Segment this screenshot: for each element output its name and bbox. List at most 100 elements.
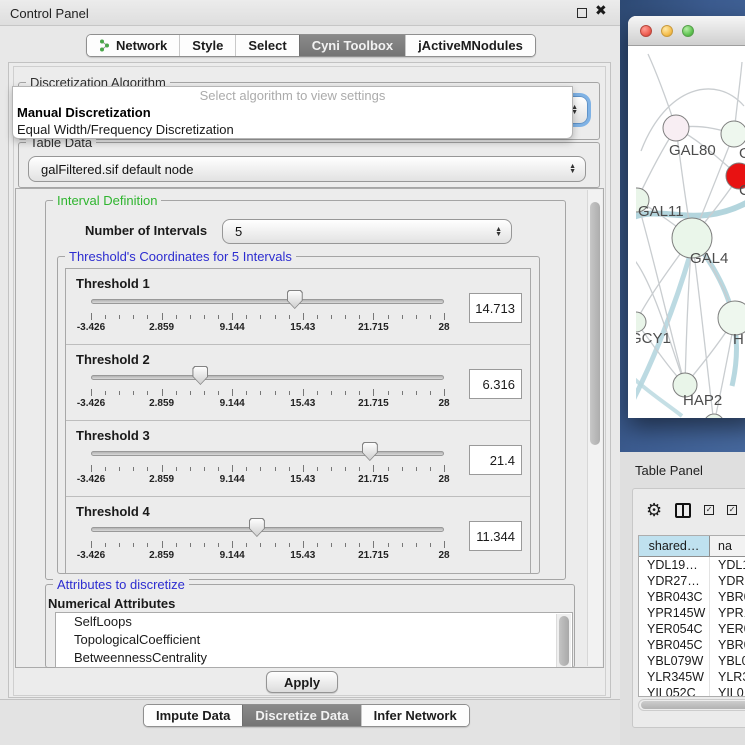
node-table: shared… na YDL19…YDL1YDR27…YDR2YBR043CYB… <box>638 535 745 697</box>
attribute-list-item[interactable]: TopologicalCoefficient <box>56 631 572 649</box>
gear-icon[interactable]: ⚙ <box>646 501 662 519</box>
minor-tick <box>260 391 261 395</box>
table-toolbar: ⚙ ✓ ✓ <box>633 489 745 531</box>
minor-tick <box>105 391 106 395</box>
tab-discretize-data[interactable]: Discretize Data <box>242 705 360 726</box>
attribute-list-item[interactable]: BetweennessCentrality <box>56 649 572 667</box>
tick-label: 21.715 <box>358 322 389 333</box>
tab-impute-data[interactable]: Impute Data <box>144 705 242 726</box>
table-row[interactable]: YBL079WYBL0 <box>639 653 745 669</box>
table-row[interactable]: YLR345WYLR3 <box>639 669 745 685</box>
major-tick <box>232 541 233 548</box>
tab-infer-network[interactable]: Infer Network <box>361 705 469 726</box>
minor-tick <box>345 543 346 547</box>
tick-label: -3.426 <box>77 322 105 333</box>
application-window: Control Panel ✖ NetworkStyleSelectCyni T… <box>0 0 745 745</box>
tab-label: Style <box>192 38 223 53</box>
threshold-value-field[interactable]: 14.713 <box>469 293 522 323</box>
major-tick <box>373 541 374 548</box>
table-row[interactable]: YDR27…YDR2 <box>639 573 745 589</box>
table-row[interactable]: YPR145WYPR1 <box>639 605 745 621</box>
tab-style[interactable]: Style <box>179 35 235 56</box>
tick-label: 9.144 <box>220 398 245 409</box>
network-node-label: GCY1 <box>636 330 671 347</box>
minor-tick <box>204 391 205 395</box>
minor-tick <box>190 391 191 395</box>
slider-thumb[interactable] <box>249 518 265 537</box>
apply-button[interactable]: Apply <box>266 671 338 693</box>
column-header-shared-name[interactable]: shared… <box>639 536 710 556</box>
tab-label: Select <box>248 38 286 53</box>
popup-placeholder-item[interactable]: Select algorithm to view settings <box>13 87 572 104</box>
tab-label: Impute Data <box>156 708 230 723</box>
tab-select[interactable]: Select <box>235 35 298 56</box>
thresholds-group-label: Threshold's Coordinates for 5 Intervals <box>65 249 296 264</box>
scrollbar-thumb[interactable] <box>559 616 569 666</box>
close-icon[interactable]: ✖ <box>595 2 607 19</box>
network-window-titlebar[interactable] <box>628 16 745 46</box>
scrollbar-thumb[interactable] <box>641 701 745 709</box>
popup-option-manual[interactable]: Manual Discretization <box>13 104 572 121</box>
slider-thumb[interactable] <box>362 442 378 461</box>
popup-option-equal-width[interactable]: Equal Width/Frequency Discretization <box>13 121 572 138</box>
tab-jactivemnodules[interactable]: jActiveMNodules <box>405 35 535 56</box>
table-row[interactable]: YER054CYER0 <box>639 621 745 637</box>
table-row[interactable]: YDL19…YDL1 <box>639 557 745 573</box>
threshold-value-field[interactable]: 6.316 <box>469 369 522 399</box>
network-node[interactable] <box>718 301 745 335</box>
tick-label: 21.715 <box>358 398 389 409</box>
slider-track[interactable] <box>91 527 444 532</box>
cell-shared-name: YBR043C <box>639 589 710 605</box>
table-data-dropdown[interactable]: galFiltered.sif default node ▲▼ <box>28 156 586 182</box>
threshold-label: Threshold 1 <box>76 276 150 291</box>
tab-network[interactable]: Network <box>87 35 179 56</box>
checkbox-icon[interactable]: ✓ <box>727 505 737 515</box>
minor-tick <box>260 543 261 547</box>
minor-tick <box>105 543 106 547</box>
minor-tick <box>133 315 134 319</box>
table-row[interactable]: YBR043CYBR0 <box>639 589 745 605</box>
threshold-value-field[interactable]: 11.344 <box>469 521 522 551</box>
tick-label: 15.43 <box>290 398 315 409</box>
minor-tick <box>331 391 332 395</box>
scrollbar-thumb[interactable] <box>590 202 600 445</box>
zoom-traffic-light-icon[interactable] <box>682 25 694 37</box>
minor-tick <box>218 543 219 547</box>
slider-track[interactable] <box>91 451 444 456</box>
network-node[interactable] <box>663 115 689 141</box>
network-node-label: H <box>733 331 744 348</box>
column-header-name[interactable]: na <box>710 536 745 556</box>
major-tick <box>303 541 304 548</box>
minimize-traffic-light-icon[interactable] <box>661 25 673 37</box>
tab-label: Cyni Toolbox <box>312 38 393 53</box>
major-tick <box>162 465 163 472</box>
minor-tick <box>359 543 360 547</box>
minor-tick <box>176 315 177 319</box>
threshold-value-field[interactable]: 21.4 <box>469 445 522 475</box>
minor-tick <box>190 543 191 547</box>
settings-vertical-scrollbar[interactable] <box>587 190 602 666</box>
slider-track[interactable] <box>91 375 444 380</box>
slider-track[interactable] <box>91 299 444 304</box>
slider-thumb[interactable] <box>287 290 303 309</box>
table-horizontal-scrollbar[interactable] <box>638 699 745 711</box>
close-traffic-light-icon[interactable] <box>640 25 652 37</box>
network-node[interactable] <box>721 121 745 147</box>
network-canvas[interactable]: GAL80GCGAL11GAL4GCY1HHAP2 <box>636 46 745 418</box>
number-of-intervals-dropdown[interactable]: 5 ▲▼ <box>222 219 512 244</box>
minor-tick <box>119 315 120 319</box>
cell-name: YER0 <box>710 621 745 637</box>
minor-tick <box>133 543 134 547</box>
attributes-scrollbar[interactable] <box>556 614 571 668</box>
network-node[interactable] <box>704 414 724 418</box>
table-row[interactable]: YIL052CYIL0 <box>639 685 745 697</box>
network-node[interactable] <box>636 312 646 332</box>
minor-tick <box>204 467 205 471</box>
checkbox-icon[interactable]: ✓ <box>704 505 714 515</box>
columns-icon[interactable] <box>675 503 691 518</box>
slider-thumb[interactable] <box>192 366 208 385</box>
table-row[interactable]: YBR045CYBR0 <box>639 637 745 653</box>
float-window-icon[interactable] <box>577 8 587 18</box>
tab-cyni-toolbox[interactable]: Cyni Toolbox <box>299 35 405 56</box>
attribute-list-item[interactable]: SelfLoops <box>56 613 572 631</box>
